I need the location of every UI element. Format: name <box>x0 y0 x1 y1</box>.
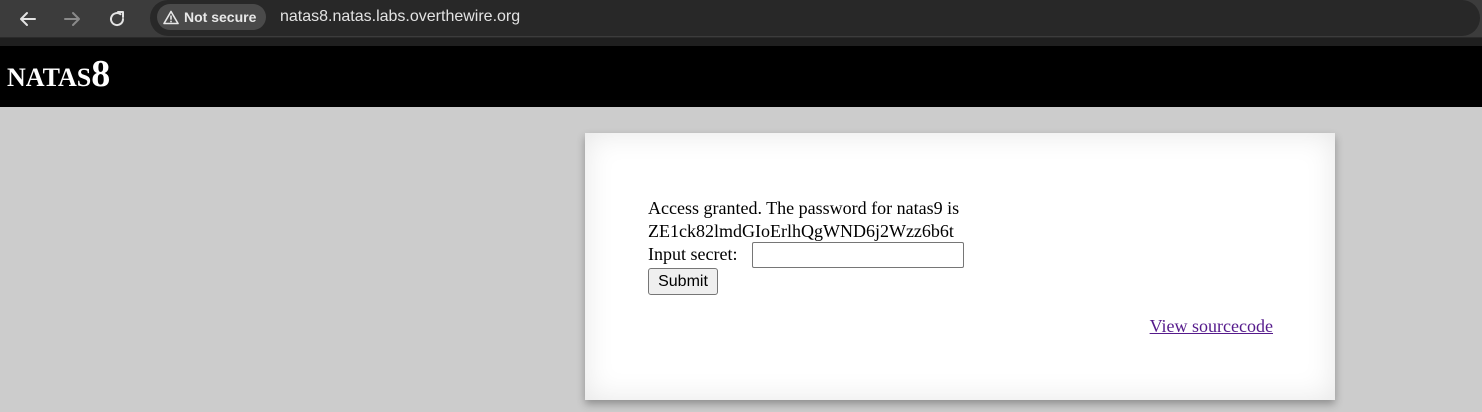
url-text[interactable]: natas8.natas.labs.overthewire.org <box>280 8 520 26</box>
submit-button[interactable]: Submit <box>648 268 718 295</box>
secret-label: Input secret: <box>648 244 738 264</box>
reload-button[interactable] <box>104 6 130 32</box>
access-message: Access granted. The password for natas9 … <box>648 198 960 218</box>
security-label: Not secure <box>184 9 257 25</box>
title-prefix: NATAS <box>7 63 92 92</box>
warning-triangle-icon <box>163 10 179 24</box>
secret-input[interactable] <box>752 242 964 268</box>
page-title: NATAS8 <box>7 55 110 93</box>
arrow-left-icon <box>20 12 36 26</box>
toolbar-divider <box>0 38 1482 46</box>
title-number: 8 <box>91 53 111 95</box>
reload-icon <box>110 11 125 27</box>
browser-toolbar: Not secure natas8.natas.labs.overthewire… <box>0 0 1482 38</box>
password-value: ZE1ck82lmdGIoErlhQgWND6j2Wzz6b6t <box>648 221 954 241</box>
forward-button[interactable] <box>59 6 85 32</box>
arrow-right-icon <box>64 12 80 26</box>
security-indicator[interactable]: Not secure <box>157 4 267 30</box>
content-panel: Access granted. The password for natas9 … <box>585 133 1335 400</box>
back-button[interactable] <box>15 6 41 32</box>
site-header <box>0 46 1482 107</box>
view-sourcecode-link[interactable]: View sourcecode <box>1150 316 1273 337</box>
